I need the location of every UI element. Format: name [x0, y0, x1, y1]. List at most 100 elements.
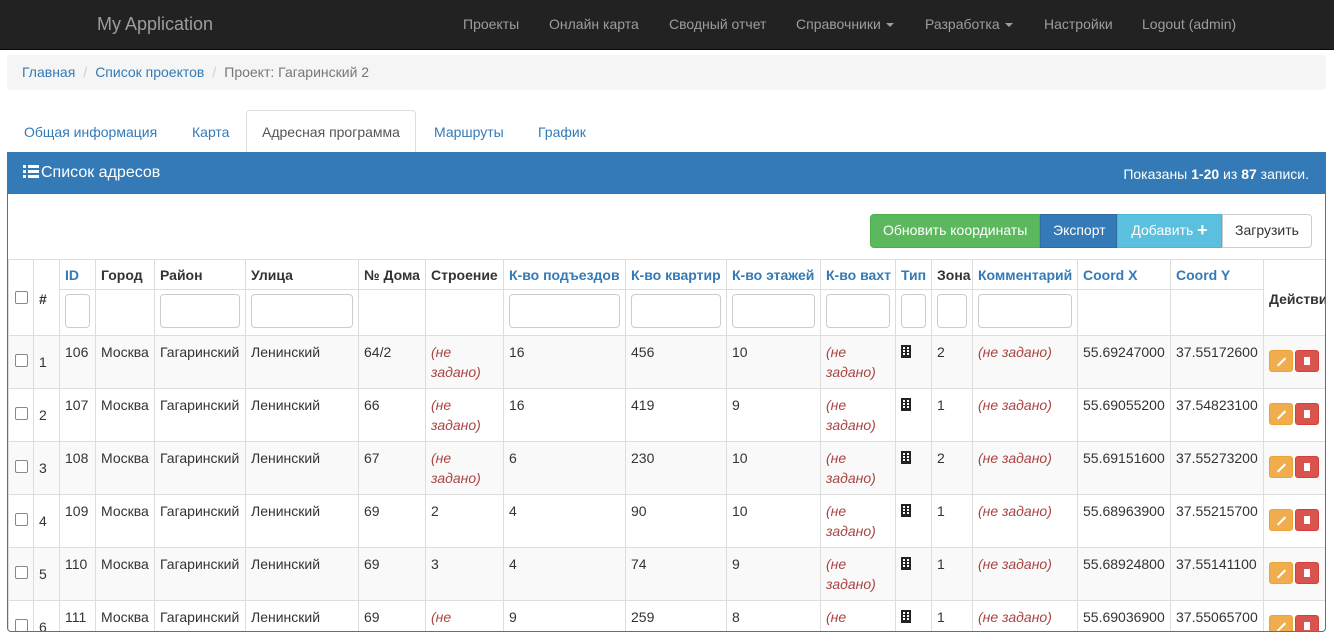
col-type[interactable]: Тип [896, 260, 932, 290]
nav-summary-report[interactable]: Сводный отчет [669, 16, 766, 32]
cell-watches: (не задано) [821, 389, 896, 442]
col-entrances[interactable]: К-во подъездов [504, 260, 626, 290]
cell-zone: 1 [932, 495, 973, 548]
col-flats[interactable]: К-во квартир [626, 260, 727, 290]
cell-type [896, 495, 932, 548]
table-row: 4109МоскваГагаринскийЛенинский69249010(н… [9, 495, 1327, 548]
row-checkbox[interactable] [15, 460, 28, 473]
cell-zone: 2 [932, 442, 973, 495]
trash-icon[interactable] [1295, 509, 1319, 531]
cell-coord-y: 37.54823100 [1171, 389, 1264, 442]
building-icon [901, 451, 911, 464]
tab-address-program[interactable]: Адресная программа [246, 110, 416, 152]
nav-directories[interactable]: Справочники [796, 16, 894, 32]
panel-title-text: Список адресов [41, 164, 160, 181]
add-button[interactable]: Добавить + [1117, 214, 1222, 248]
row-checkbox[interactable] [15, 619, 28, 632]
trash-icon[interactable] [1295, 350, 1319, 372]
filter-street-input[interactable] [251, 294, 353, 328]
row-checkbox[interactable] [15, 566, 28, 579]
summary-range: 1-20 [1191, 166, 1219, 182]
cell-type [896, 389, 932, 442]
cell-comment: (не задано) [973, 442, 1078, 495]
cell-actions [1264, 495, 1327, 548]
filter-id-input[interactable] [65, 294, 90, 328]
top-navbar: My Application Проекты Онлайн карта Свод… [0, 0, 1334, 50]
filter-type-cell [896, 290, 932, 336]
row-checkbox[interactable] [15, 354, 28, 367]
edit-icon[interactable] [1269, 350, 1293, 372]
nav-projects[interactable]: Проекты [463, 16, 519, 32]
col-coord-x[interactable]: Coord X [1078, 260, 1171, 290]
tab-routes[interactable]: Маршруты [418, 110, 520, 152]
nav-development-label: Разработка [925, 16, 1000, 32]
pagination-summary: Показаны 1-20 из 87 записи. [1123, 166, 1309, 182]
caret-down-icon [1005, 23, 1013, 27]
col-comment[interactable]: Комментарий [973, 260, 1078, 290]
edit-icon[interactable] [1269, 615, 1293, 632]
col-coord-y[interactable]: Coord Y [1171, 260, 1264, 290]
filter-watches-cell [821, 290, 896, 336]
nav-online-map[interactable]: Онлайн карта [549, 16, 639, 32]
cell-district: Гагаринский [155, 548, 246, 601]
cell-zone: 2 [932, 336, 973, 389]
edit-icon[interactable] [1269, 456, 1293, 478]
export-button[interactable]: Экспорт [1040, 214, 1117, 248]
building-icon [901, 345, 911, 358]
filter-zone-input[interactable] [937, 294, 967, 328]
table-row: 2107МоскваГагаринскийЛенинский66(не зада… [9, 389, 1327, 442]
cell-row-number: 5 [34, 548, 60, 601]
cell-entrances: 9 [504, 601, 626, 632]
trash-icon[interactable] [1295, 456, 1319, 478]
trash-icon[interactable] [1295, 403, 1319, 425]
breadcrumb-home[interactable]: Главная [22, 64, 75, 80]
edit-icon[interactable] [1269, 562, 1293, 584]
row-checkbox[interactable] [15, 407, 28, 420]
tab-general-info[interactable]: Общая информация [8, 110, 173, 152]
col-id[interactable]: ID [60, 260, 96, 290]
nav-settings[interactable]: Настройки [1044, 16, 1113, 32]
brand-link[interactable]: My Application [97, 14, 213, 35]
cell-actions [1264, 389, 1327, 442]
filter-watches-input[interactable] [826, 294, 890, 328]
cell-flats: 90 [626, 495, 727, 548]
nav-development[interactable]: Разработка [925, 16, 1013, 32]
tab-map[interactable]: Карта [176, 110, 245, 152]
filter-comment-input[interactable] [978, 294, 1072, 328]
row-select-cell [9, 548, 34, 601]
filter-floors-input[interactable] [732, 294, 815, 328]
cell-floors: 10 [727, 336, 821, 389]
cell-house: 69 [359, 495, 426, 548]
select-all-checkbox[interactable] [15, 291, 28, 304]
row-checkbox[interactable] [15, 513, 28, 526]
cell-city: Москва [96, 601, 155, 632]
cell-house: 66 [359, 389, 426, 442]
cell-street: Ленинский [246, 442, 359, 495]
cell-district: Гагаринский [155, 495, 246, 548]
filter-type-input[interactable] [901, 294, 926, 328]
tab-schedule[interactable]: График [522, 110, 602, 152]
cell-actions [1264, 442, 1327, 495]
nav-logout[interactable]: Logout (admin) [1142, 16, 1236, 32]
edit-icon[interactable] [1269, 403, 1293, 425]
update-coords-button[interactable]: Обновить координаты [870, 214, 1040, 248]
cell-type [896, 548, 932, 601]
filter-entrances-input[interactable] [509, 294, 620, 328]
upload-button[interactable]: Загрузить [1222, 214, 1312, 248]
edit-icon[interactable] [1269, 509, 1293, 531]
cell-coord-x: 55.68924800 [1078, 548, 1171, 601]
trash-icon[interactable] [1295, 615, 1319, 632]
filter-flats-input[interactable] [631, 294, 721, 328]
trash-icon[interactable] [1295, 562, 1319, 584]
col-watches[interactable]: К-во вахт [821, 260, 896, 290]
filter-district-input[interactable] [160, 294, 240, 328]
cell-comment: (не задано) [973, 336, 1078, 389]
table-row: 1106МоскваГагаринскийЛенинский64/2(не за… [9, 336, 1327, 389]
cell-floors: 10 [727, 495, 821, 548]
cell-street: Ленинский [246, 389, 359, 442]
breadcrumb-projects[interactable]: Список проектов [95, 64, 204, 80]
cell-building: (не задано) [426, 389, 504, 442]
filter-district-cell [155, 290, 246, 336]
summary-mid: из [1219, 166, 1241, 182]
col-floors[interactable]: К-во этажей [727, 260, 821, 290]
